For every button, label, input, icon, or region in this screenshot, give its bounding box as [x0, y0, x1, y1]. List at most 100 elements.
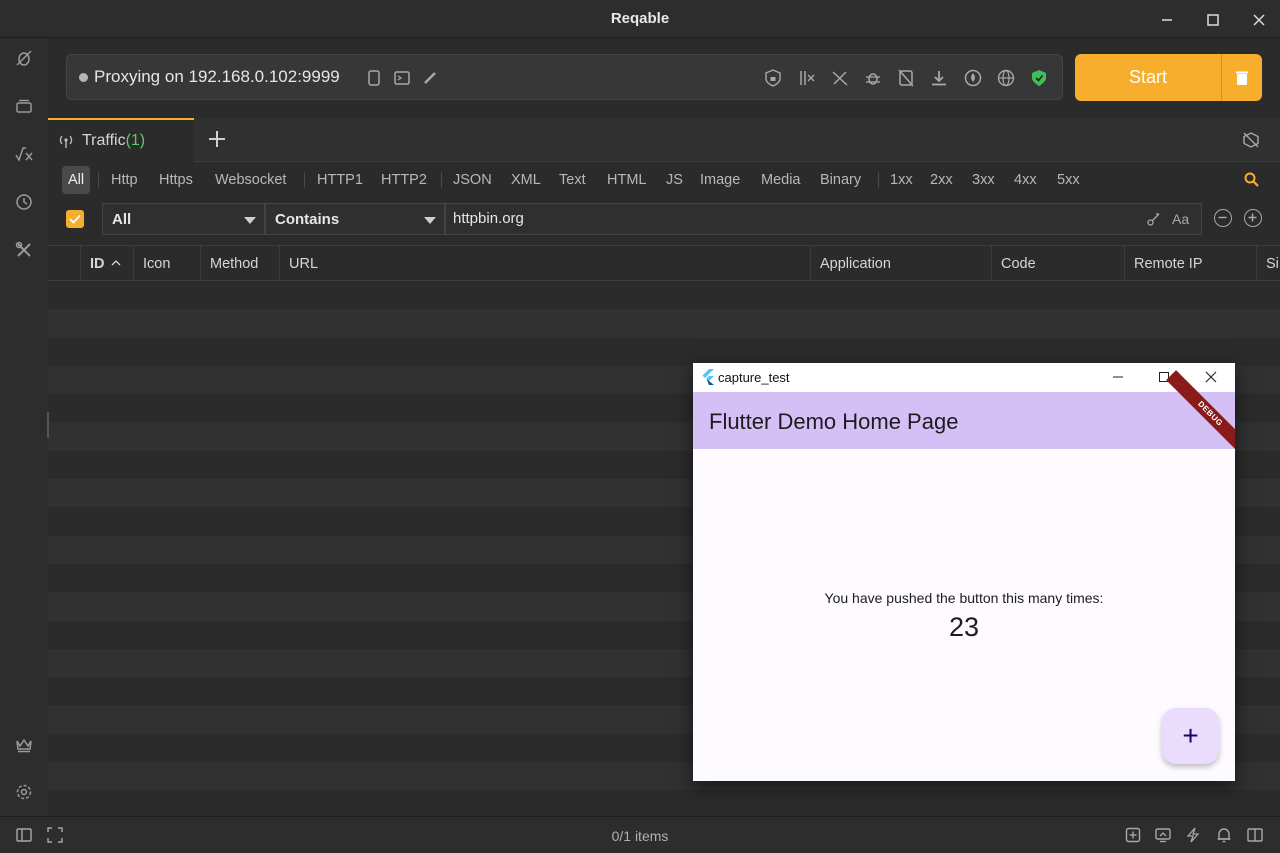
chip-separator [98, 172, 99, 188]
chip-1xx[interactable]: 1xx [884, 166, 919, 194]
download-icon[interactable] [929, 68, 949, 88]
remove-filter-icon[interactable] [1214, 209, 1232, 227]
chip-separator [304, 172, 305, 188]
close-icon[interactable] [1200, 367, 1222, 387]
filter-enabled-checkbox[interactable] [66, 210, 84, 228]
table-row [48, 309, 1280, 338]
proxy-status-bar: Proxying on 192.168.0.102:9999 [66, 54, 1063, 100]
status-bar: 0/1 items [0, 816, 1280, 853]
regex-icon[interactable] [1146, 211, 1162, 232]
gear-icon[interactable] [12, 780, 36, 804]
sidebar-resize-handle[interactable] [47, 412, 49, 438]
add-capture-icon[interactable] [1124, 826, 1142, 844]
mobile-icon[interactable] [364, 68, 384, 88]
rewrite-off-icon[interactable] [830, 68, 850, 88]
column-url[interactable]: URL [279, 246, 810, 282]
chevron-down-icon [244, 217, 256, 224]
bell-icon[interactable] [1215, 826, 1233, 844]
cube-off-icon[interactable] [1241, 130, 1261, 150]
chip-3xx[interactable]: 3xx [966, 166, 1001, 194]
throttle-icon[interactable] [963, 68, 983, 88]
ssl-lock-icon[interactable] [763, 68, 783, 88]
flutter-window-titlebar: capture_test [693, 363, 1235, 392]
block-icon[interactable] [896, 68, 916, 88]
shield-check-icon[interactable] [1029, 68, 1049, 88]
toggle-right-panel-icon[interactable] [1246, 826, 1264, 844]
maximize-icon[interactable] [1201, 8, 1225, 32]
search-icon[interactable] [1243, 171, 1261, 189]
chip-2xx[interactable]: 2xx [924, 166, 959, 194]
lightning-icon[interactable] [1184, 826, 1202, 844]
terminal-icon[interactable] [392, 68, 412, 88]
chip-http[interactable]: Http [105, 166, 144, 194]
chip-https[interactable]: Https [153, 166, 199, 194]
chip-json[interactable]: JSON [447, 166, 498, 194]
screen-cast-icon[interactable] [1154, 826, 1172, 844]
column-method[interactable]: Method [200, 246, 279, 282]
add-filter-icon[interactable] [1244, 209, 1262, 227]
tab-traffic[interactable]: Traffic(1) [48, 118, 194, 162]
increment-button[interactable]: + [1162, 708, 1219, 764]
filter-search-input[interactable] [453, 210, 1113, 227]
scope-select[interactable]: All [102, 203, 265, 235]
table-row [48, 281, 1280, 310]
layers-icon[interactable] [12, 94, 36, 118]
chip-all[interactable]: All [62, 166, 91, 194]
chip-html[interactable]: HTML [601, 166, 652, 194]
tools-icon[interactable] [12, 238, 36, 262]
chip-separator [441, 172, 442, 188]
column-id[interactable]: ID [80, 246, 133, 282]
column-id-label: ID [90, 256, 105, 272]
flutter-page-title: Flutter Demo Home Page [709, 409, 959, 434]
chip-binary[interactable]: Binary [814, 166, 867, 194]
column-application[interactable]: Application [810, 246, 991, 282]
bug-off-icon[interactable] [12, 46, 36, 70]
proxy-status-text: Proxying on 192.168.0.102:9999 [94, 67, 340, 86]
sidebar [0, 38, 48, 816]
table-row [48, 337, 1280, 366]
add-tab-icon[interactable] [206, 128, 228, 150]
chip-websocket[interactable]: Websocket [209, 166, 292, 194]
column-icon[interactable]: Icon [133, 246, 200, 282]
chip-http2[interactable]: HTTP2 [375, 166, 433, 194]
column-code[interactable]: Code [991, 246, 1124, 282]
close-icon[interactable] [1247, 8, 1271, 32]
tab-traffic-count: (1) [125, 132, 146, 149]
chip-image[interactable]: Image [694, 166, 746, 194]
globe-icon[interactable] [996, 68, 1016, 88]
sort-ascending-icon [111, 246, 121, 282]
start-button[interactable]: Start [1075, 54, 1221, 101]
minimize-icon[interactable] [1155, 8, 1179, 32]
title-bar: Reqable [0, 0, 1280, 38]
minimize-icon[interactable] [1107, 367, 1129, 387]
edit-icon[interactable] [420, 68, 440, 88]
match-select-value: Contains [275, 211, 340, 228]
match-select[interactable]: Contains [265, 203, 445, 235]
function-icon[interactable] [12, 142, 36, 166]
scope-select-value: All [112, 211, 132, 228]
breakpoint-icon[interactable] [796, 68, 816, 88]
chip-xml[interactable]: XML [505, 166, 547, 194]
script-bug-icon[interactable] [863, 68, 883, 88]
flutter-logo-icon [701, 369, 714, 390]
column-size[interactable]: Si [1256, 246, 1280, 282]
trash-icon[interactable] [1221, 54, 1262, 101]
chip-js[interactable]: JS [660, 166, 689, 194]
counter-value: 23 [948, 612, 980, 642]
chip-4xx[interactable]: 4xx [1008, 166, 1043, 194]
chip-media[interactable]: Media [755, 166, 807, 194]
filter-search-field: Aa [445, 203, 1202, 235]
crown-icon[interactable] [12, 733, 36, 757]
flutter-window-title: capture_test [718, 370, 790, 385]
window-title: Reqable [610, 10, 670, 27]
chip-text[interactable]: Text [553, 166, 592, 194]
chip-5xx[interactable]: 5xx [1051, 166, 1086, 194]
match-case-toggle[interactable]: Aa [1172, 211, 1189, 227]
proxy-status-dot [79, 73, 88, 82]
flutter-app-window: capture_test Flutter Demo Home Page DEBU… [693, 363, 1235, 781]
column-remote-ip[interactable]: Remote IP [1124, 246, 1256, 282]
chip-separator [878, 172, 879, 188]
items-count: 0/1 items [611, 828, 669, 844]
history-icon[interactable] [12, 190, 36, 214]
chip-http1[interactable]: HTTP1 [311, 166, 369, 194]
